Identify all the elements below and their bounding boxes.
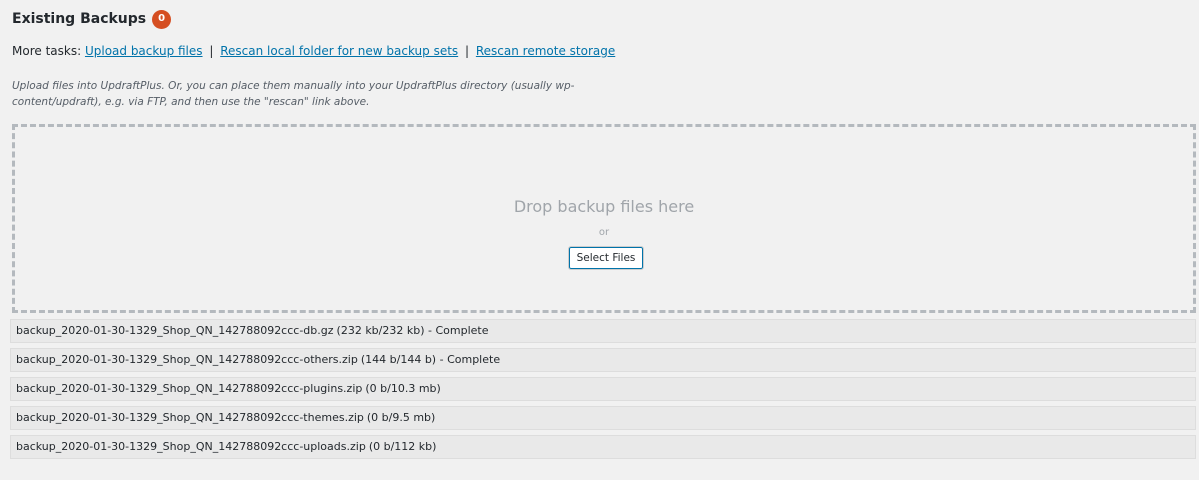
more-tasks-bar: More tasks: Upload backup files | Rescan…: [12, 44, 615, 58]
existing-backups-panel: Existing Backups 0 More tasks: Upload ba…: [0, 0, 1199, 480]
backup-file-name: backup_2020-01-30-1329_Shop_QN_142788092…: [16, 440, 366, 453]
backup-file-status: - Complete: [424, 324, 489, 337]
backup-file-list: backup_2020-01-30-1329_Shop_QN_142788092…: [10, 319, 1196, 464]
backup-file-size: (0 b/112 kb): [368, 440, 437, 453]
select-files-button[interactable]: Select Files: [568, 246, 644, 270]
backup-file-size: (144 b/144 b): [360, 353, 437, 366]
upload-backup-files-link[interactable]: Upload backup files: [85, 44, 203, 58]
task-separator: |: [465, 44, 470, 58]
backup-file-row: backup_2020-01-30-1329_Shop_QN_142788092…: [10, 319, 1196, 343]
backup-file-row: backup_2020-01-30-1329_Shop_QN_142788092…: [10, 406, 1196, 430]
more-tasks-label: More tasks:: [12, 44, 82, 58]
rescan-remote-storage-link[interactable]: Rescan remote storage: [476, 44, 615, 58]
backup-file-row: backup_2020-01-30-1329_Shop_QN_142788092…: [10, 377, 1196, 401]
task-separator: |: [209, 44, 214, 58]
rescan-local-folder-link[interactable]: Rescan local folder for new backup sets: [220, 44, 458, 58]
backup-count-badge: 0: [152, 9, 172, 29]
backup-file-name: backup_2020-01-30-1329_Shop_QN_142788092…: [16, 382, 363, 395]
backup-file-row: backup_2020-01-30-1329_Shop_QN_142788092…: [10, 348, 1196, 372]
drop-or-label: or: [598, 227, 610, 238]
backup-file-name: backup_2020-01-30-1329_Shop_QN_142788092…: [16, 411, 364, 424]
upload-help-text: Upload files into UpdraftPlus. Or, you c…: [12, 80, 575, 108]
backup-file-size: (232 kb/232 kb): [336, 324, 425, 337]
backup-file-row: backup_2020-01-30-1329_Shop_QN_142788092…: [10, 435, 1196, 459]
backup-file-name: backup_2020-01-30-1329_Shop_QN_142788092…: [16, 324, 334, 337]
backup-file-size: (0 b/10.3 mb): [365, 382, 441, 395]
backup-file-size: (0 b/9.5 mb): [366, 411, 436, 424]
backup-dropzone[interactable]: Drop backup files here or Select Files: [12, 124, 1196, 313]
drop-instruction: Drop backup files here: [513, 197, 695, 216]
section-title: Existing Backups: [12, 11, 147, 27]
backup-file-status: - Complete: [436, 353, 501, 366]
section-heading: Existing Backups 0: [12, 8, 172, 30]
backup-file-name: backup_2020-01-30-1329_Shop_QN_142788092…: [16, 353, 358, 366]
